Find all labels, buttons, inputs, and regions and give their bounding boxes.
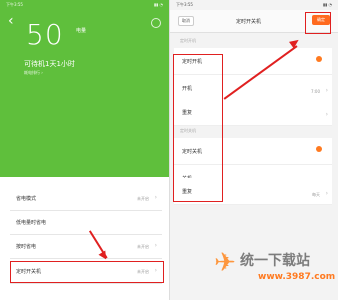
battery-header: 下午3:55 ▮▮ ◔ ‹ 50 电量 可待机1天1小时 耗电排行 › xyxy=(0,0,169,177)
back-icon[interactable]: ‹ xyxy=(8,14,14,28)
row-value: 未开启 xyxy=(137,196,149,201)
highlight-box xyxy=(173,54,223,202)
battery-unit: 电量 xyxy=(76,28,87,34)
row-label: 按时省电 xyxy=(16,244,37,250)
chevron-right-icon: › xyxy=(325,190,328,197)
battery-percent: 50 xyxy=(26,18,64,51)
row-value: 每天 xyxy=(312,192,320,197)
setting-row-low-battery[interactable]: 低电量时省电 xyxy=(10,212,162,235)
setting-row-scheduled-saving[interactable]: 按时省电 未开启 › xyxy=(10,236,162,259)
arrow-head xyxy=(289,36,301,49)
plane-logo-icon: ✈ xyxy=(214,248,236,278)
watermark-text: 统一下载站 xyxy=(240,253,310,269)
chevron-right-icon: › xyxy=(154,194,157,201)
toggle-switch[interactable] xyxy=(316,56,322,62)
page-title: 定时开关机 xyxy=(236,19,262,25)
highlight-box xyxy=(305,12,331,34)
gear-icon[interactable] xyxy=(151,18,161,28)
status-icons: ▮▮ ◔ xyxy=(322,2,332,7)
cancel-button[interactable]: 取消 xyxy=(178,16,194,26)
row-label: 省电模式 xyxy=(16,196,37,202)
chevron-right-icon: › xyxy=(325,111,328,118)
row-value: 7:00 xyxy=(311,89,320,94)
row-label: 低电量时省电 xyxy=(16,220,47,226)
chevron-right-icon: › xyxy=(325,87,328,94)
watermark-url: www.3987.com xyxy=(258,272,336,282)
standby-time: 可待机1天1小时 xyxy=(24,60,75,68)
status-time: 下午3:55 xyxy=(6,2,23,7)
setting-row-power-saving[interactable]: 省电模式 未开启 › xyxy=(10,188,162,211)
power-ranking-link[interactable]: 耗电排行 › xyxy=(24,70,43,76)
row-value: 未开启 xyxy=(137,244,149,249)
status-time: 下午3:55 xyxy=(176,2,193,7)
battery-screen: 下午3:55 ▮▮ ◔ ‹ 50 电量 可待机1天1小时 耗电排行 › 省电模式… xyxy=(0,0,169,300)
toggle-switch[interactable] xyxy=(316,146,322,152)
chevron-right-icon: › xyxy=(154,242,157,249)
section-header: 定时开机 xyxy=(180,38,196,43)
watermark: ✈ 统一下载站 www.3987.com xyxy=(214,242,336,292)
status-icons: ▮▮ ◔ xyxy=(153,2,163,7)
highlight-box xyxy=(10,261,164,283)
